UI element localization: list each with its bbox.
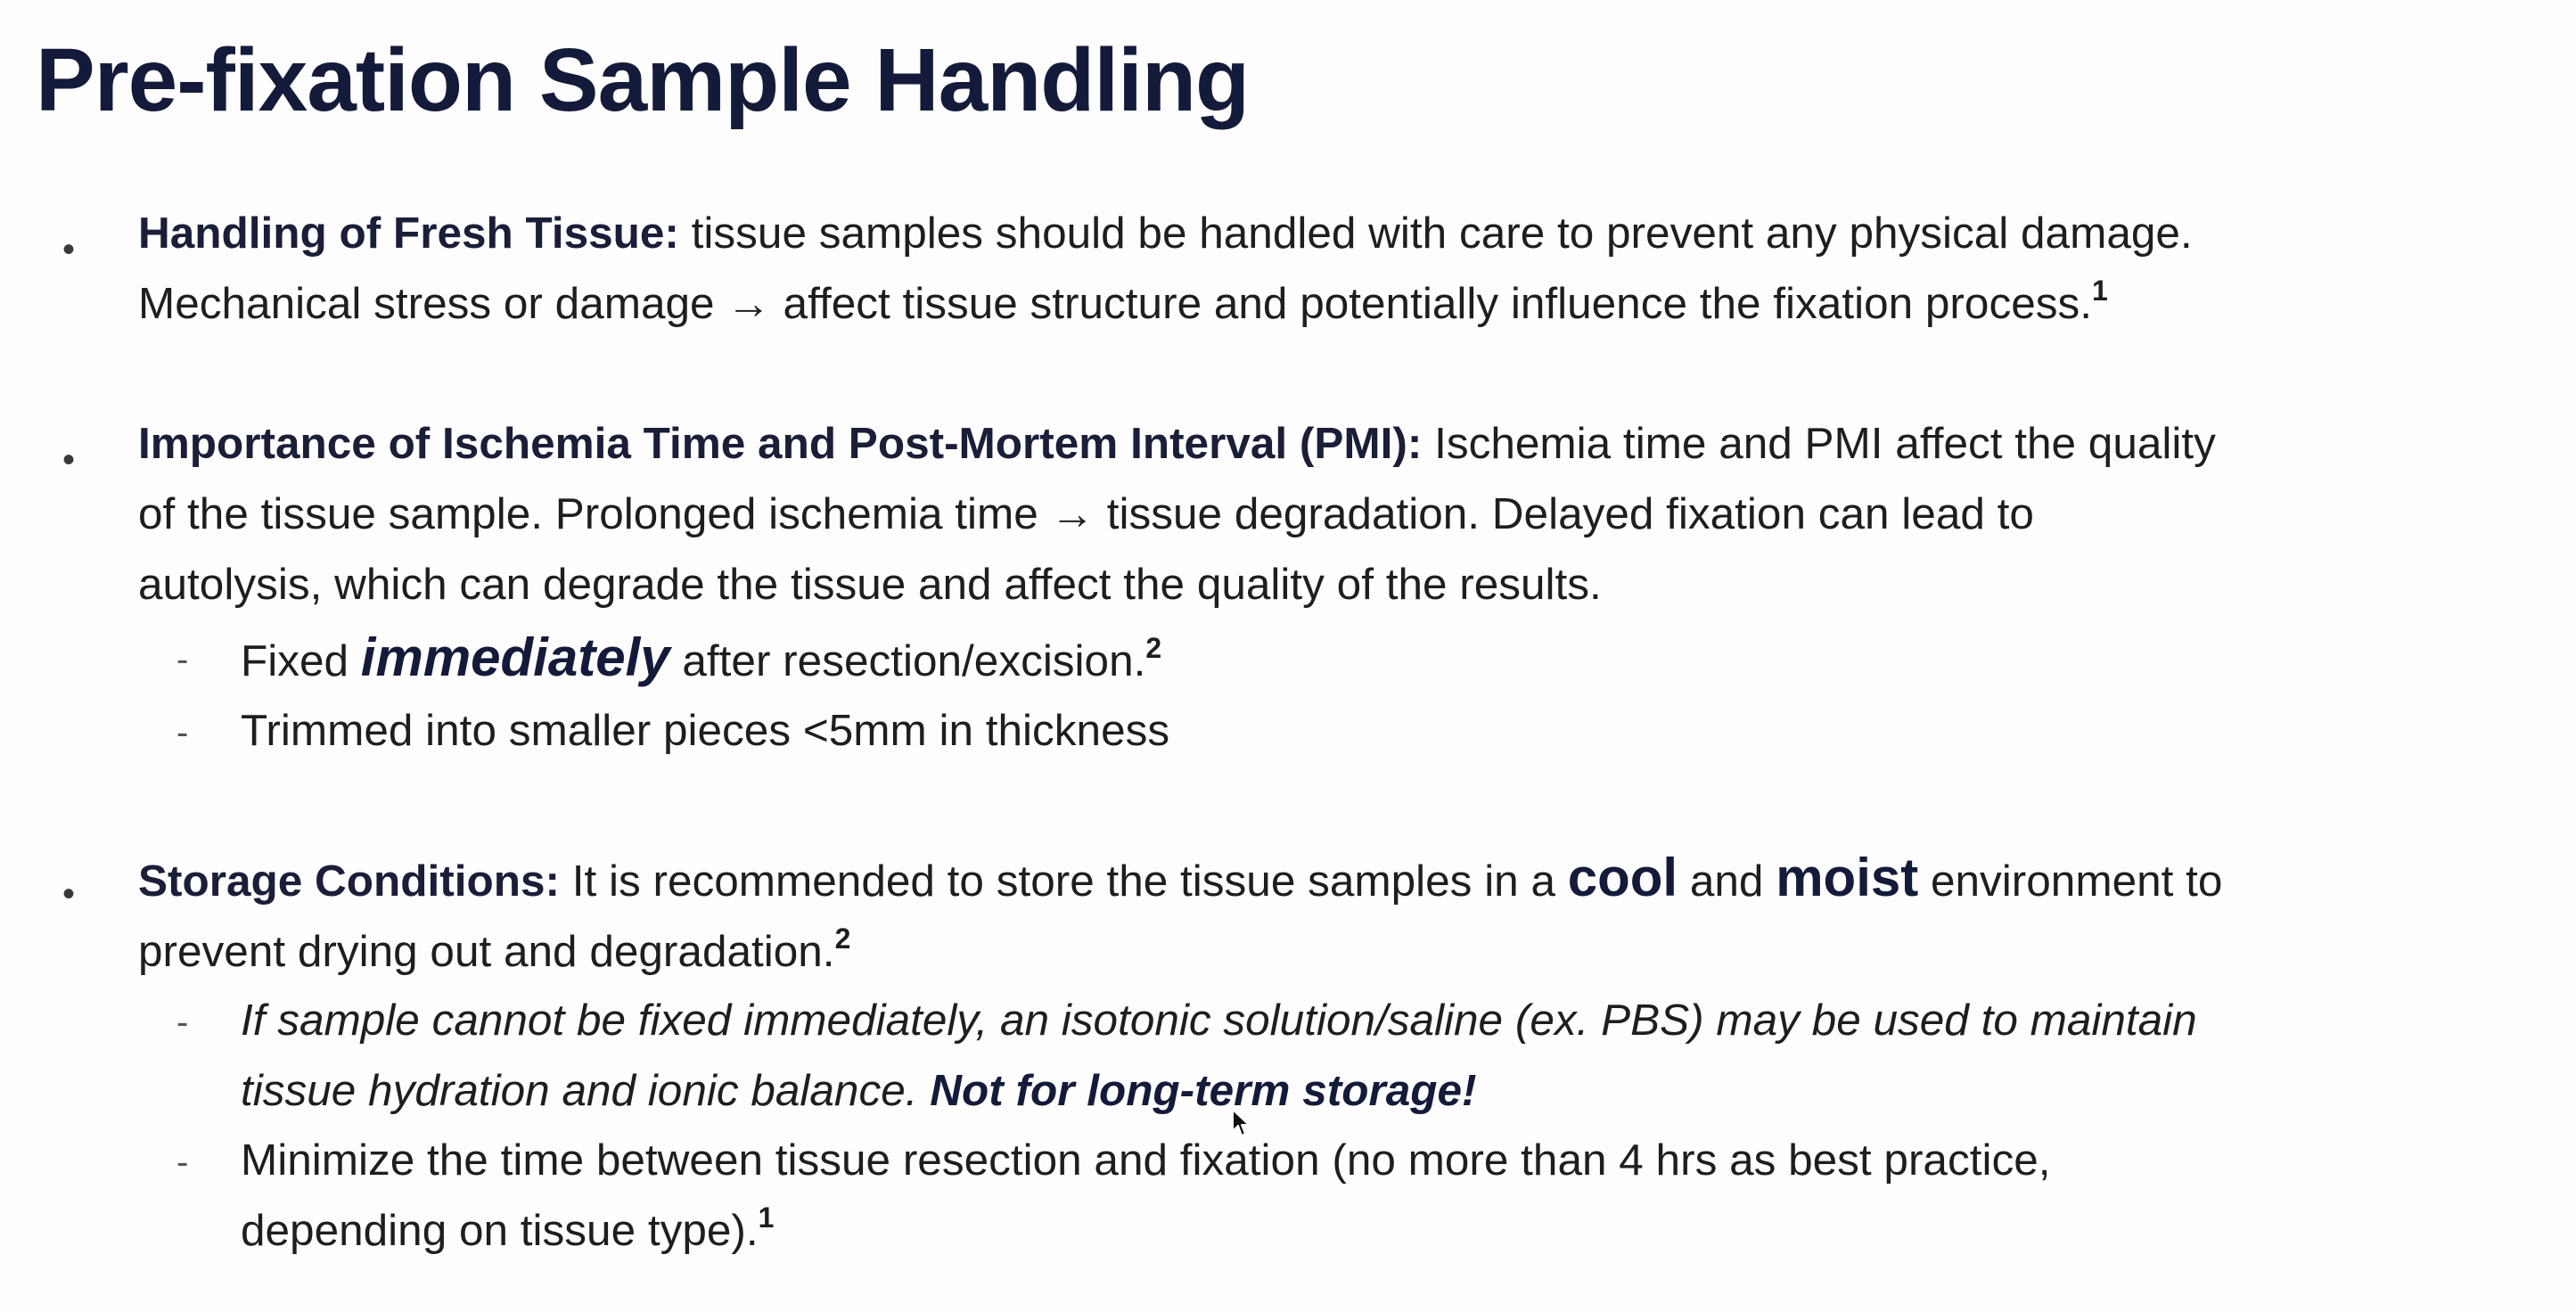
bullet-marker: • <box>62 440 76 480</box>
reference-marker: 2 <box>1145 632 1162 664</box>
bullet-text: Importance of Ischemia Time and Post-Mor… <box>138 408 2563 619</box>
bullet-heading: Importance of Ischemia Time and Post-Mor… <box>138 419 1423 468</box>
sub-bullet-text: Trimmed into smaller pieces <5mm in thic… <box>241 706 1170 755</box>
bullet-line: and <box>1678 857 1776 906</box>
sub-bullet-text: Fixed immediately after resection/excisi… <box>241 622 2558 696</box>
bullet-line: Ischemia time and PMI affect the quality <box>1422 419 2216 468</box>
slide-title: Pre-fixation Sample Handling <box>36 30 1250 130</box>
sub-bullet-line: Minimize the time between tissue resecti… <box>241 1136 2051 1185</box>
slide: Pre-fixation Sample Handling • Handling … <box>0 0 2576 1312</box>
bullet-heading: Handling of Fresh Tissue: <box>138 209 679 258</box>
bullet-line: prevent drying out and degradation. <box>138 927 835 976</box>
sub-bullet-marker: - <box>176 640 189 679</box>
sub-bullet-text: Minimize the time between tissue resecti… <box>241 1125 2558 1266</box>
bullet-marker: • <box>62 874 76 914</box>
bullet-line: Mechanical stress or damage → affect tis… <box>138 279 2092 328</box>
bullet-marker: • <box>62 230 76 269</box>
sub-bullet-marker: - <box>176 713 189 752</box>
bullet-line: of the tissue sample. Prolonged ischemia… <box>138 489 2034 538</box>
reference-marker: 1 <box>2091 275 2108 307</box>
bullet-text: Storage Conditions: It is recommended to… <box>138 842 2563 987</box>
sub-bullet-line: If sample cannot be fixed immediately, a… <box>241 996 2197 1045</box>
bullet-line: environment to <box>1918 857 2223 906</box>
emphasis-moist: moist <box>1776 848 1919 907</box>
sub-bullet-marker: - <box>176 1003 189 1042</box>
bullet-line: It is recommended to store the tissue sa… <box>559 857 1568 906</box>
sub-bullet-text-post: after resection/excision. <box>669 636 1146 685</box>
sub-bullet-line: tissue hydration and ionic balance. <box>241 1066 931 1115</box>
sub-bullet-line: depending on tissue type). <box>241 1206 759 1255</box>
sub-bullet-marker: - <box>176 1143 189 1182</box>
reference-marker: 2 <box>834 922 851 955</box>
sub-bullet-text: If sample cannot be fixed immediately, a… <box>241 985 2558 1126</box>
emphasis-not-for-long-term-storage: Not for long-term storage! <box>930 1066 1477 1115</box>
mouse-pointer-icon <box>1232 1109 1250 1136</box>
emphasis-immediately: immediately <box>360 627 670 687</box>
emphasis-cool: cool <box>1567 848 1678 907</box>
bullet-heading: Storage Conditions: <box>138 857 560 906</box>
bullet-text: Handling of Fresh Tissue: tissue samples… <box>138 198 2563 339</box>
bullet-line: autolysis, which can degrade the tissue … <box>138 560 1602 609</box>
sub-bullet-text-pre: Fixed <box>241 636 361 685</box>
bullet-line: tissue samples should be handled with ca… <box>678 209 2193 258</box>
reference-marker: 1 <box>758 1201 775 1234</box>
